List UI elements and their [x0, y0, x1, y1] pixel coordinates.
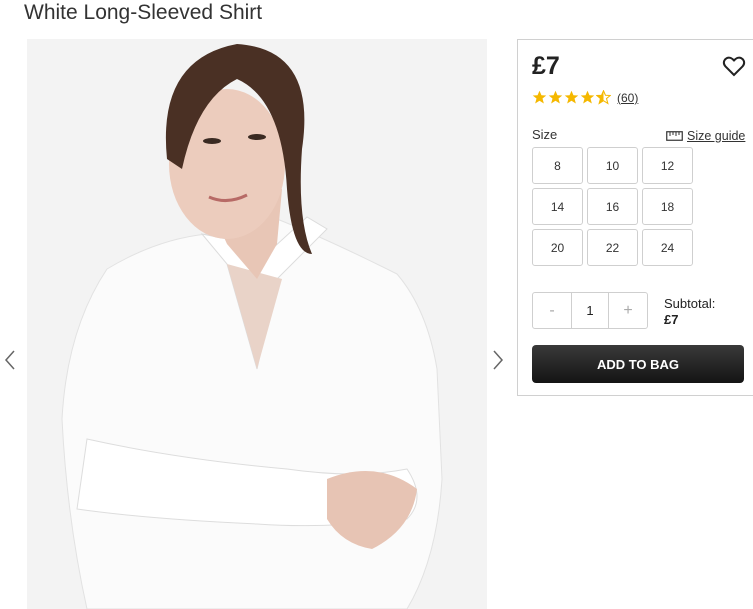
star-icon — [548, 90, 563, 104]
size-option-8[interactable]: 8 — [532, 147, 583, 184]
ruler-icon — [666, 131, 683, 141]
size-option-12[interactable]: 12 — [642, 147, 693, 184]
quantity-stepper: - 1 + — [532, 292, 648, 329]
size-option-24[interactable]: 24 — [642, 229, 693, 266]
product-image — [27, 39, 487, 609]
chevron-left-icon[interactable] — [0, 347, 20, 373]
review-count-link[interactable]: (60) — [617, 91, 638, 105]
size-option-14[interactable]: 14 — [532, 188, 583, 225]
half-star-icon — [596, 90, 611, 105]
page-title: White Long-Sleeved Shirt — [24, 1, 263, 24]
purchase-panel: £7 (60) Size Size guide 8 10 12 14 16 18… — [517, 39, 753, 396]
star-icon — [564, 90, 579, 104]
product-gallery — [0, 39, 510, 609]
quantity-decrease-button[interactable]: - — [533, 293, 571, 328]
size-option-22[interactable]: 22 — [587, 229, 638, 266]
size-label: Size — [532, 127, 558, 142]
star-icon — [580, 90, 595, 104]
subtotal-label: Subtotal: — [664, 296, 716, 311]
subtotal-value: £7 — [664, 312, 679, 327]
quantity-increase-button[interactable]: + — [609, 293, 647, 328]
price: £7 — [532, 52, 560, 80]
size-option-10[interactable]: 10 — [587, 147, 638, 184]
star-icon — [532, 90, 547, 104]
add-to-bag-button[interactable]: ADD TO BAG — [532, 345, 744, 383]
heart-outline-icon[interactable] — [722, 54, 746, 78]
chevron-right-icon[interactable] — [488, 347, 508, 373]
subtotal: Subtotal: £7 — [664, 296, 715, 328]
size-options: 8 10 12 14 16 18 20 22 24 — [532, 147, 696, 266]
size-guide-label: Size guide — [687, 129, 746, 143]
rating: (60) — [532, 90, 638, 105]
size-option-18[interactable]: 18 — [642, 188, 693, 225]
size-option-16[interactable]: 16 — [587, 188, 638, 225]
quantity-value[interactable]: 1 — [571, 293, 609, 328]
size-option-20[interactable]: 20 — [532, 229, 583, 266]
size-guide-link[interactable]: Size guide — [666, 129, 745, 143]
